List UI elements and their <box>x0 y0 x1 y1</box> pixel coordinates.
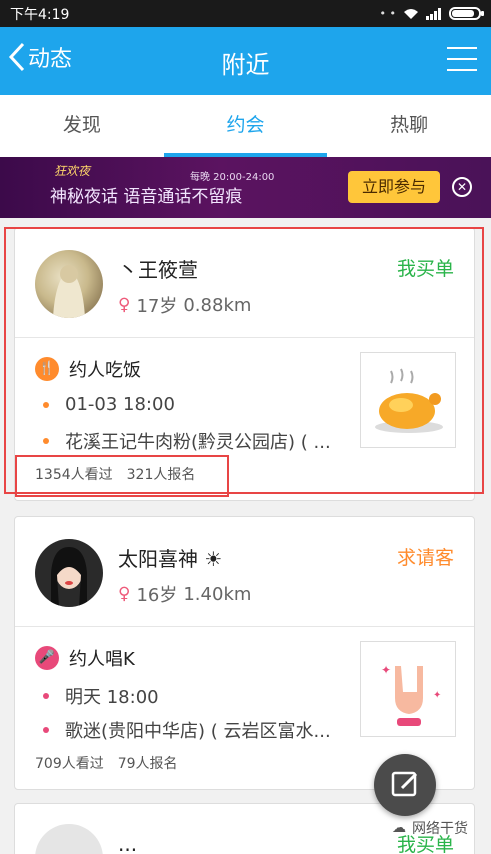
svg-text:✦: ✦ <box>381 663 391 677</box>
category-label: 约人唱K <box>69 649 135 670</box>
user-name: ... <box>118 832 138 854</box>
card-body: 🍴 约人吃饭 01-03 18:00 花溪王记牛肉粉(黔灵公园店) ( ... <box>15 338 474 468</box>
status-time: 下午4:19 <box>10 6 70 23</box>
avatar[interactable] <box>35 539 103 607</box>
dining-icon: 🍴 <box>35 357 59 381</box>
compose-button[interactable] <box>374 754 436 816</box>
date-row: 明天 18:00 <box>43 683 159 709</box>
join-button[interactable]: 立即参与 <box>348 171 440 203</box>
card-stats: 709人看过 79人报名 <box>35 753 178 773</box>
user-meta: ♀ 16岁 1.40km <box>118 581 251 607</box>
tab-hot-chat[interactable]: 热聊 <box>327 95 491 157</box>
female-icon: ♀ <box>118 295 131 315</box>
microphone-icon: 🎤 <box>35 646 59 670</box>
view-count: 1354人看过 <box>35 467 113 483</box>
avatar[interactable] <box>35 250 103 318</box>
date-time: 明天 18:00 <box>65 687 159 708</box>
card-stats: 1354人看过 321人报名 <box>35 464 195 484</box>
signup-count: 321人报名 <box>126 467 196 483</box>
signal-dots-icon: • • <box>379 7 396 20</box>
user-age: 16岁 <box>136 585 178 606</box>
status-bar: 下午4:19 • • <box>0 0 491 27</box>
place: 花溪王记牛肉粉(黔灵公园店) ( ... <box>65 432 331 453</box>
view-count: 709人看过 <box>35 756 104 772</box>
card-header: 丶王筱萱 ♀ 17岁 0.88km 我买单 <box>15 228 474 338</box>
user-name: 太阳喜神 ☀ <box>118 547 223 571</box>
pay-tag: 求请客 <box>396 547 454 569</box>
place-row: 花溪王记牛肉粉(黔灵公园店) ( ... <box>43 428 331 454</box>
tab-bar: 发现 约会 热聊 <box>0 95 491 157</box>
edit-icon <box>391 771 418 797</box>
category: 🍴 约人吃饭 <box>35 356 141 382</box>
date-card[interactable]: 丶王筱萱 ♀ 17岁 0.88km 我买单 🍴 约人吃饭 01-03 18:00… <box>14 227 475 501</box>
wechat-icon: ☁ <box>392 820 406 836</box>
activity-thumbnail: ✦ ✦ <box>360 641 456 737</box>
watermark: ☁ 网络干货 <box>392 820 468 837</box>
female-icon: ♀ <box>118 584 131 604</box>
user-name: 丶王筱萱 <box>118 258 198 282</box>
tab-discover[interactable]: 发现 <box>0 95 164 157</box>
cell-signal-icon <box>426 7 441 20</box>
pay-tag: 我买单 <box>396 258 454 280</box>
card-body: 🎤 约人唱K 明天 18:00 歌迷(贵阳中华店) ( 云岩区富水... ✦ ✦ <box>15 627 474 757</box>
wifi-icon <box>404 8 418 19</box>
date-card[interactable]: 太阳喜神 ☀ ♀ 16岁 1.40km 求请客 🎤 约人唱K 明天 18:00 … <box>14 516 475 790</box>
svg-text:✦: ✦ <box>433 690 441 701</box>
banner-logo: 狂欢夜 <box>54 164 91 178</box>
avatar[interactable] <box>35 824 103 854</box>
activity-thumbnail <box>360 352 456 448</box>
banner-hours: 每晚 20:00-24:00 <box>190 172 275 183</box>
avatar-image <box>53 265 85 318</box>
sun-icon: ☀ <box>204 547 223 571</box>
user-age: 17岁 <box>136 296 178 317</box>
place-row: 歌迷(贵阳中华店) ( 云岩区富水... <box>43 717 331 743</box>
signup-count: 79人报名 <box>117 756 178 772</box>
menu-icon <box>447 47 477 49</box>
banner-close-icon[interactable]: ✕ <box>452 177 472 197</box>
tab-dating[interactable]: 约会 <box>163 95 328 157</box>
rock-hand-icon: ✦ ✦ <box>381 663 441 726</box>
category: 🎤 约人唱K <box>35 645 135 671</box>
page-title: 附近 <box>221 51 270 79</box>
user-distance: 0.88km <box>183 294 252 316</box>
banner-tagline: 神秘夜话 语音通话不留痕 <box>50 187 243 207</box>
roast-chicken-icon <box>375 368 443 433</box>
category-label: 约人吃饭 <box>69 360 141 381</box>
avatar-image <box>51 547 87 607</box>
card-header: 太阳喜神 ☀ ♀ 16岁 1.40km 求请客 <box>15 517 474 627</box>
date-time: 01-03 18:00 <box>65 394 175 415</box>
user-meta: ♀ 17岁 0.88km <box>118 292 251 318</box>
battery-icon <box>449 7 484 20</box>
title-bar: 动态 附近 <box>0 27 491 95</box>
place: 歌迷(贵阳中华店) ( 云岩区富水... <box>65 721 331 742</box>
menu-button[interactable] <box>447 47 477 75</box>
status-icons: • • <box>379 7 484 20</box>
promo-banner[interactable]: 狂欢夜 每晚 20:00-24:00 神秘夜话 语音通话不留痕 立即参与 ✕ <box>0 157 491 218</box>
user-distance: 1.40km <box>183 583 252 605</box>
date-row: 01-03 18:00 <box>43 394 175 415</box>
